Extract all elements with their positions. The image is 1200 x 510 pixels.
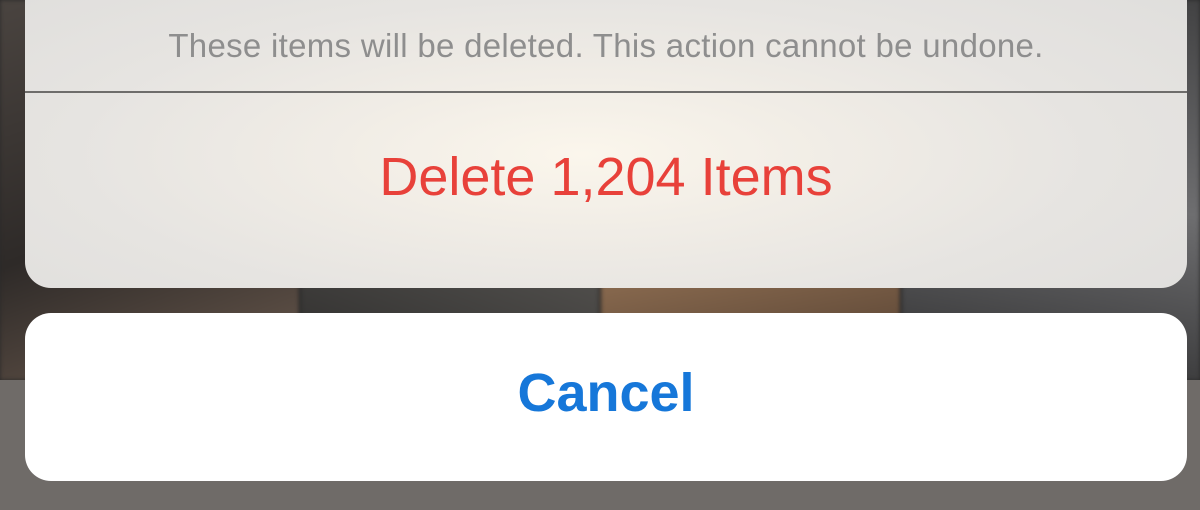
action-sheet-message: These items will be deleted. This action… bbox=[168, 26, 1044, 64]
screen: These items will be deleted. This action… bbox=[0, 0, 1200, 510]
cancel-button[interactable]: Cancel bbox=[25, 313, 1187, 481]
delete-items-button[interactable]: Delete 1,204 Items bbox=[25, 93, 1187, 288]
action-sheet: These items will be deleted. This action… bbox=[25, 0, 1187, 288]
cancel-label: Cancel bbox=[517, 363, 695, 423]
